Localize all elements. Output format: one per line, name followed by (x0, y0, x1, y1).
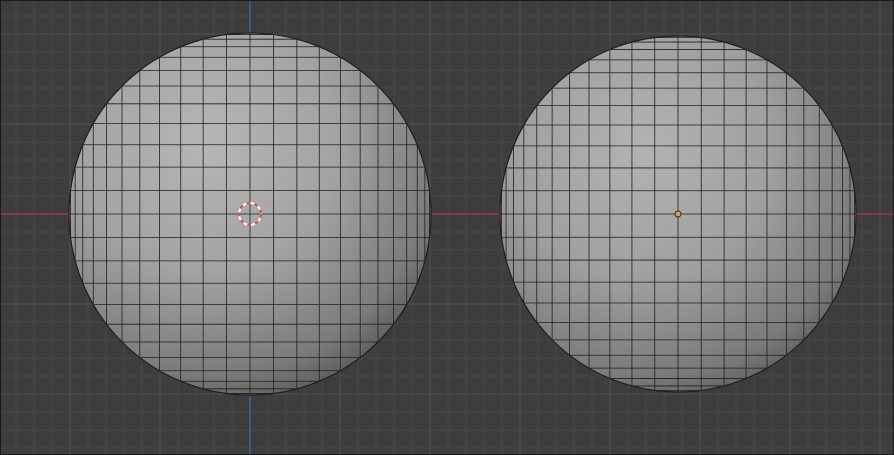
sphere-left[interactable] (68, 32, 432, 396)
object-origin-icon (674, 210, 682, 218)
3d-viewport[interactable] (0, 0, 894, 455)
